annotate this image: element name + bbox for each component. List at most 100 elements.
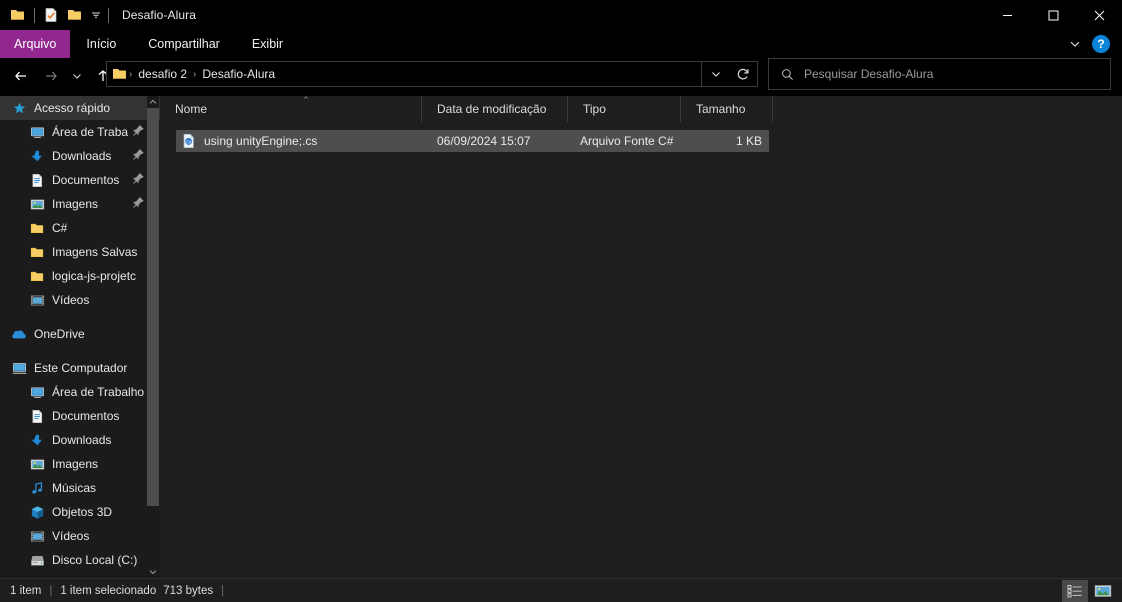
details-view-button[interactable] (1062, 580, 1088, 602)
breadcrumb-desafio-alura[interactable]: Desafio-Alura (197, 67, 280, 81)
selection-size-label: 713 bytes (163, 584, 214, 597)
column-header-nome[interactable]: ⌃ Nome (160, 96, 422, 122)
column-label: Nome (175, 102, 208, 116)
address-bar-controls (702, 61, 758, 87)
recent-locations-button[interactable] (66, 61, 88, 91)
sidebar-item-musicas[interactable]: Músicas (0, 476, 160, 500)
file-list-pane: ⌃ Nome Data de modificação Tipo Tamanho (160, 96, 1122, 578)
search-placeholder: Pesquisar Desafio-Alura (804, 67, 934, 81)
minimize-button[interactable] (984, 0, 1030, 30)
file-name-text: using unityEngine;.cs (204, 134, 318, 148)
ribbon-tabs: Arquivo Início Compartilhar Exibir ? (0, 30, 1122, 58)
chevron-down-icon[interactable] (1064, 30, 1086, 58)
selection-label: 1 item selecionado (60, 584, 157, 597)
column-header-tipo[interactable]: Tipo (568, 96, 681, 122)
pin-icon[interactable] (132, 148, 146, 162)
window-title: Desafio-Alura (122, 8, 196, 22)
sidebar-item-area-de-trabalho-pc[interactable]: Área de Trabalho (0, 380, 160, 404)
large-icons-view-button[interactable] (1090, 580, 1116, 602)
customize-chevron-icon[interactable] (87, 3, 104, 27)
view-buttons (1062, 579, 1116, 602)
sidebar-scrollbar[interactable] (147, 96, 159, 578)
tab-compartilhar[interactable]: Compartilhar (132, 30, 236, 58)
folder-icon (28, 219, 46, 237)
tab-inicio[interactable]: Início (70, 30, 132, 58)
sidebar-label: Downloads (52, 433, 112, 447)
sidebar-label: OneDrive (34, 327, 85, 341)
address-dropdown-button[interactable] (702, 62, 729, 86)
search-box[interactable]: Pesquisar Desafio-Alura (768, 58, 1111, 90)
sidebar-item-imagens-salvas[interactable]: Imagens Salvas (0, 240, 160, 264)
maximize-button[interactable] (1030, 0, 1076, 30)
sidebar-label: Imagens Salvas (52, 245, 138, 259)
drive-icon (28, 551, 46, 569)
status-separator: | (49, 584, 53, 597)
pin-icon[interactable] (132, 124, 146, 138)
star-icon (10, 99, 28, 117)
close-button[interactable] (1076, 0, 1122, 30)
title-bar: Desafio-Alura (0, 0, 1122, 30)
sidebar-label: Documentos (52, 173, 120, 187)
sidebar-label: Documentos (52, 409, 120, 423)
sidebar-label: Downloads (52, 149, 112, 163)
pin-icon[interactable] (132, 196, 146, 210)
column-header-tamanho[interactable]: Tamanho (681, 96, 773, 122)
item-count-label: 1 item (10, 584, 42, 597)
search-icon (781, 68, 794, 81)
sidebar-item-area-de-trabalho-qa[interactable]: Área de Traba (0, 120, 160, 144)
desktop-icon (28, 123, 46, 141)
sidebar-label: Disco Local (C:) (52, 553, 138, 567)
file-name-cell: C# using unityEngine;.cs (176, 133, 437, 149)
sidebar-item-imagens-pc[interactable]: Imagens (0, 452, 160, 476)
sidebar-item-logica-js-projeto[interactable]: logica-js-projetc (0, 264, 160, 288)
forward-button[interactable] (36, 61, 66, 91)
pin-icon[interactable] (132, 172, 146, 186)
quick-access-toolbar: Desafio-Alura (0, 0, 196, 30)
file-size-cell: 1 KB (735, 134, 762, 148)
folder-icon (28, 267, 46, 285)
sidebar-item-imagens-qa[interactable]: Imagens (0, 192, 160, 216)
column-label: Tamanho (696, 102, 746, 116)
sidebar-item-acesso-rapido[interactable]: Acesso rápido (0, 96, 160, 120)
pictures-icon (28, 455, 46, 473)
sidebar-item-documentos-pc[interactable]: Documentos (0, 404, 160, 428)
videos-icon (28, 527, 46, 545)
sidebar-item-onedrive[interactable]: OneDrive (0, 322, 160, 346)
sidebar-label: Área de Traba (52, 125, 129, 139)
sidebar-item-videos-qa[interactable]: Vídeos (0, 288, 160, 312)
table-row[interactable]: C# using unityEngine;.cs 06/09/2024 15:0… (176, 130, 769, 152)
sidebar-item-downloads-pc[interactable]: Downloads (0, 428, 160, 452)
new-folder-icon[interactable] (63, 3, 87, 27)
address-folder-icon (112, 66, 128, 82)
sidebar-item-videos-pc[interactable]: Vídeos (0, 524, 160, 548)
toolbar-separator (30, 7, 39, 23)
documents-icon (28, 171, 46, 189)
column-header-data-modificacao[interactable]: Data de modificação (422, 96, 568, 122)
tab-exibir[interactable]: Exibir (236, 30, 299, 58)
sidebar-label: Vídeos (52, 293, 90, 307)
scroll-down-icon[interactable] (147, 566, 159, 578)
sidebar-item-disco-local-c[interactable]: Disco Local (C:) (0, 548, 160, 572)
tab-arquivo[interactable]: Arquivo (0, 30, 71, 58)
column-headers: ⌃ Nome Data de modificação Tipo Tamanho (160, 96, 1122, 122)
file-date-cell: 06/09/2024 15:07 (437, 134, 531, 148)
download-icon (28, 147, 46, 165)
sidebar-item-csharp[interactable]: C# (0, 216, 160, 240)
address-bar[interactable]: › desafio 2 › Desafio-Alura (106, 61, 702, 87)
column-label: Data de modificação (437, 102, 547, 116)
sidebar-item-downloads-qa[interactable]: Downloads (0, 144, 160, 168)
sidebar-item-este-computador[interactable]: Este Computador (0, 356, 160, 380)
back-button[interactable] (6, 61, 36, 91)
scrollbar-thumb[interactable] (147, 108, 159, 506)
refresh-icon[interactable] (729, 62, 756, 86)
properties-icon[interactable] (39, 3, 63, 27)
help-icon[interactable]: ? (1092, 35, 1110, 53)
breadcrumb-desafio-2[interactable]: desafio 2 (133, 67, 192, 81)
videos-icon (28, 291, 46, 309)
svg-text:C#: C# (186, 139, 192, 144)
folder-icon[interactable] (6, 3, 30, 27)
sidebar-item-documentos-qa[interactable]: Documentos (0, 168, 160, 192)
sidebar-item-objetos-3d[interactable]: Objetos 3D (0, 500, 160, 524)
scroll-up-icon[interactable] (147, 96, 159, 108)
